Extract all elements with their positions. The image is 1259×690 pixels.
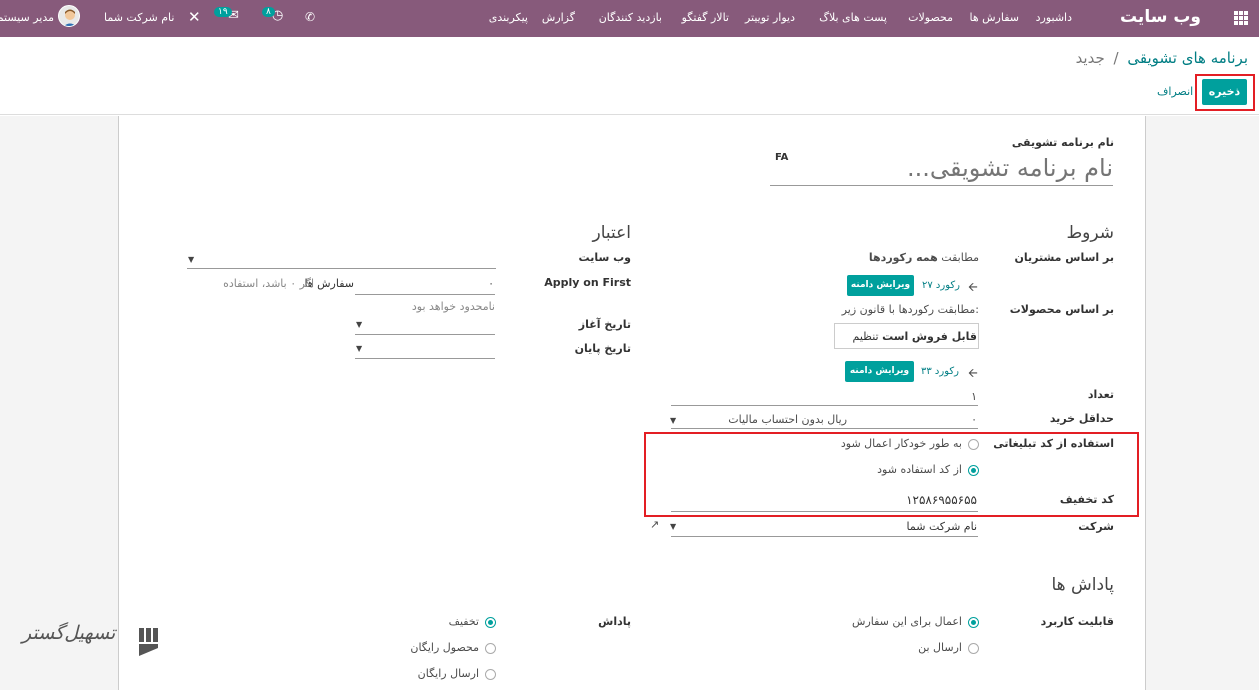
menu-dashboard[interactable]: داشبورد xyxy=(1036,11,1072,24)
breadcrumb-current: جدید xyxy=(1075,49,1105,67)
validity-title: اعتبار xyxy=(592,223,631,243)
menu-reporting[interactable]: گزارش xyxy=(542,11,575,24)
min-purchase-underline xyxy=(671,428,978,429)
quantity-value[interactable]: ۱ xyxy=(971,390,977,403)
applicability-current-radio[interactable] xyxy=(968,617,979,628)
menu-orders[interactable]: سفارش ها xyxy=(969,11,1019,24)
control-panel: برنامه های تشویقی / جدید ذخیره انصراف xyxy=(0,37,1259,115)
min-purchase-label: حداقل خرید xyxy=(1049,412,1114,425)
phone-icon[interactable]: ✆ xyxy=(305,10,315,24)
language-badge[interactable]: FA xyxy=(775,152,788,163)
rule-value: تنظیم xyxy=(852,330,879,343)
form-sheet xyxy=(118,116,1146,690)
reward-discount-label[interactable]: تخفیف xyxy=(449,615,479,628)
chevron-down-icon[interactable]: ▼ xyxy=(356,320,362,329)
min-purchase-value[interactable]: ۰ xyxy=(971,413,977,426)
watermark-logo xyxy=(135,622,165,662)
customers-edit-domain-button[interactable]: ویرایش دامنه xyxy=(847,275,914,296)
customers-match-prefix: مطابقت xyxy=(941,251,979,264)
app-title[interactable]: وب سایت xyxy=(1120,7,1201,27)
breadcrumb: برنامه های تشویقی / جدید xyxy=(1076,49,1248,67)
customers-match-bold: همه رکوردها xyxy=(868,251,938,264)
reward-label: پاداش xyxy=(598,615,631,628)
apply-first-hint-2: نامحدود خواهد بود xyxy=(411,300,495,313)
apply-first-value[interactable]: ۰ xyxy=(488,277,494,290)
apps-menu-icon[interactable] xyxy=(1233,10,1249,26)
chevron-down-icon[interactable]: ▼ xyxy=(670,522,676,531)
start-date-underline xyxy=(355,334,495,335)
avatar[interactable] xyxy=(58,5,80,27)
chevron-down-icon[interactable]: ▼ xyxy=(356,344,362,353)
apply-first-hint: اگر ۰ باشد، استفاده xyxy=(223,277,314,290)
quantity-label: تعداد xyxy=(1087,388,1114,401)
chevron-down-icon[interactable]: ▼ xyxy=(188,255,194,264)
apply-first-underline xyxy=(355,294,495,295)
menu-blog-posts[interactable]: پست های بلاگ xyxy=(819,11,887,24)
applicability-current-label[interactable]: اعمال برای این سفارش xyxy=(852,615,962,628)
promo-highlight-box xyxy=(644,432,1139,517)
start-date-label: تاریخ آغاز xyxy=(578,318,631,331)
menu-twitter-wall[interactable]: دیوار توییتر xyxy=(745,11,795,24)
program-name-input[interactable] xyxy=(770,150,1113,186)
products-rule-text: مطابقت رکوردها با قانون زیر: xyxy=(841,303,979,316)
reward-free-shipping-radio[interactable] xyxy=(485,669,496,680)
external-link-icon[interactable]: ↗ xyxy=(650,518,659,531)
reward-free-product-label[interactable]: محصول رایگان xyxy=(410,641,479,654)
arrow-left-icon: 🡨 xyxy=(968,280,978,294)
user-name[interactable]: مدیر سیستم xyxy=(0,11,54,24)
menu-configuration[interactable]: پیکربندی xyxy=(489,11,528,24)
chevron-down-icon[interactable]: ▼ xyxy=(670,416,676,425)
customers-match-text: مطابقت همه رکوردها xyxy=(869,251,979,264)
reward-discount-radio[interactable] xyxy=(485,617,496,628)
products-records-count[interactable]: ۳۳ رکورد xyxy=(921,366,959,377)
end-date-label: تاریخ پایان xyxy=(574,342,631,355)
end-date-underline xyxy=(355,358,495,359)
top-navbar: وب سایت داشبورد سفارش ها محصولات پست های… xyxy=(0,0,1259,37)
menu-products[interactable]: محصولات xyxy=(908,11,953,24)
company-switcher[interactable]: نام شرکت شما xyxy=(104,11,174,24)
website-underline xyxy=(187,268,496,269)
discard-button[interactable]: انصراف xyxy=(1157,85,1193,98)
rule-field: قابل فروش xyxy=(911,330,977,343)
program-name-label: نام برنامه تشویقی xyxy=(1011,136,1114,149)
breadcrumb-separator: / xyxy=(1113,49,1119,67)
customers-label: بر اساس مشتریان xyxy=(1014,251,1114,264)
applicability-label: قابلیت کاربرد xyxy=(1040,615,1114,628)
applicability-coupon-radio[interactable] xyxy=(968,643,979,654)
quantity-underline xyxy=(671,405,978,406)
watermark-text: تسهیل‌گستر xyxy=(22,622,116,644)
reward-free-shipping-label[interactable]: ارسال رایگان xyxy=(418,667,479,680)
company-underline xyxy=(671,536,978,537)
messages-count-badge: ۱۹ xyxy=(214,7,232,17)
menu-forum[interactable]: تالار گفتگو xyxy=(682,11,729,24)
apply-first-label: Apply on First xyxy=(544,276,631,289)
website-label: وب سایت xyxy=(578,251,631,264)
customers-records-count[interactable]: ۲۷ رکورد xyxy=(922,280,960,291)
applicability-coupon-label[interactable]: ارسال بن xyxy=(918,641,962,654)
rewards-title: پاداش ها xyxy=(1051,575,1114,595)
products-label: بر اساس محصولات xyxy=(1009,303,1114,316)
conditions-title: شروط xyxy=(1066,223,1114,243)
close-icon[interactable]: ✕ xyxy=(188,8,201,26)
company-select-value[interactable]: نام شرکت شما xyxy=(907,520,977,533)
products-edit-domain-button[interactable]: ویرایش دامنه xyxy=(845,361,914,382)
menu-visitors[interactable]: بازدید کنندگان xyxy=(599,11,662,24)
company-label: شرکت xyxy=(1078,520,1114,533)
arrow-left-icon: 🡨 xyxy=(968,366,978,380)
domain-rule: قابل فروش است تنظیم xyxy=(853,330,977,343)
breadcrumb-parent[interactable]: برنامه های تشویقی xyxy=(1127,49,1248,67)
activity-count-badge: ۸ xyxy=(262,7,275,17)
reward-free-product-radio[interactable] xyxy=(485,643,496,654)
tax-select-value[interactable]: ریال بدون احتساب مالیات xyxy=(728,413,847,426)
save-highlight-box xyxy=(1195,74,1255,111)
rule-operator: است xyxy=(882,330,909,343)
